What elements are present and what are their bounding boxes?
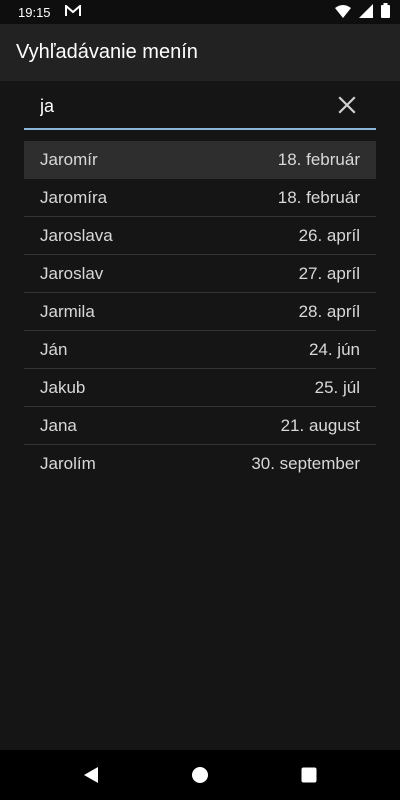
date-label: 21. august — [280, 415, 360, 435]
list-item[interactable]: Jaroslav 27. apríl — [24, 255, 376, 293]
battery-icon — [381, 3, 390, 21]
app-bar: Vyhľadávanie menín — [0, 24, 400, 81]
name-label: Jana — [40, 415, 77, 435]
name-label: Ján — [40, 339, 68, 359]
list-item[interactable]: Jarolím 30. september — [24, 445, 376, 483]
list-item[interactable]: Jakub 25. júl — [24, 369, 376, 407]
date-label: 18. február — [277, 187, 360, 207]
list-item[interactable]: Jaroslava 26. apríl — [24, 217, 376, 255]
name-label: Jaromíra — [40, 187, 108, 207]
list-item[interactable]: Jaromír 18. február — [24, 141, 376, 179]
status-time: 19:15 — [18, 4, 51, 20]
results-list: Jaromír 18. február Jaromíra 18. február… — [24, 141, 376, 483]
home-icon[interactable] — [187, 762, 213, 788]
name-label: Jaroslava — [40, 225, 113, 245]
search-field — [24, 84, 376, 130]
list-item[interactable]: Jaromíra 18. február — [24, 179, 376, 217]
date-label: 24. jún — [308, 339, 360, 359]
date-label: 27. apríl — [298, 263, 360, 283]
search-input[interactable] — [40, 90, 330, 122]
wifi-icon — [335, 4, 351, 21]
list-item[interactable]: Jana 21. august — [24, 407, 376, 445]
date-label: 25. júl — [314, 377, 360, 397]
date-label: 28. apríl — [298, 301, 360, 321]
date-label: 18. február — [277, 149, 360, 169]
list-item[interactable]: Ján 24. jún — [24, 331, 376, 369]
page-title: Vyhľadávanie menín — [16, 41, 198, 63]
name-label: Jarmila — [40, 301, 95, 321]
back-icon[interactable] — [78, 762, 104, 788]
navigation-bar — [0, 750, 400, 800]
list-item[interactable]: Jarmila 28. apríl — [24, 293, 376, 331]
gmail-icon — [64, 3, 81, 20]
name-label: Jaroslav — [40, 263, 104, 283]
signal-icon — [359, 3, 373, 21]
name-label: Jaromír — [40, 149, 98, 169]
name-label: Jakub — [40, 377, 86, 397]
close-icon[interactable] — [336, 94, 358, 116]
recents-icon[interactable] — [296, 762, 322, 788]
name-label: Jarolím — [40, 454, 96, 473]
date-label: 30. september — [251, 454, 360, 473]
status-bar: 19:15 — [0, 0, 400, 24]
date-label: 26. apríl — [298, 225, 360, 245]
